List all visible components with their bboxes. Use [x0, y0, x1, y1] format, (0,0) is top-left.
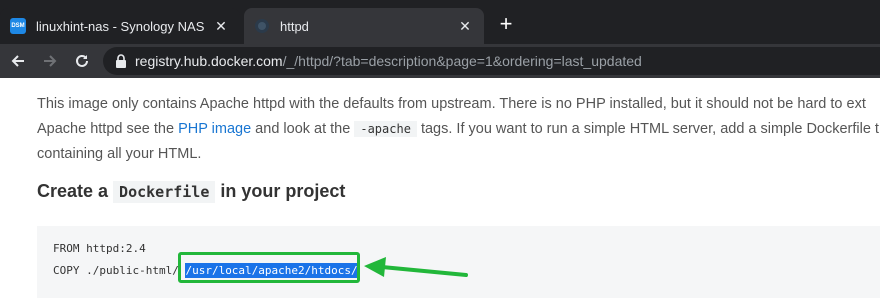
arrow-left-icon — [11, 55, 24, 67]
synology-dsm-icon: DSM — [10, 18, 26, 34]
browser-tab-strip: DSM linuxhint-nas - Synology NAS ✕ httpd… — [0, 0, 880, 44]
dockerfile-code: Dockerfile — [113, 181, 216, 203]
url-host: registry.hub.docker.com — [135, 53, 283, 69]
arrow-right-icon — [44, 55, 57, 67]
heading-text: Create a — [37, 181, 114, 201]
annotation-arrow-icon — [364, 257, 468, 277]
back-button[interactable] — [6, 49, 30, 73]
para-line-2: Apache httpd see the PHP image and look … — [37, 117, 880, 142]
description-paragraph: This image only contains Apache httpd wi… — [37, 92, 880, 167]
code-text: COPY ./public-html/ — [53, 264, 186, 277]
tab-httpd[interactable]: httpd ✕ — [244, 8, 484, 44]
browser-toolbar: registry.hub.docker.com/_/httpd/?tab=des… — [0, 44, 880, 78]
reload-icon — [76, 54, 88, 67]
code-line-1: FROM httpd:2.4 — [53, 242, 146, 255]
url-path: /_/httpd/?tab=description&page=1&orderin… — [282, 53, 642, 69]
address-bar[interactable]: registry.hub.docker.com/_/httpd/?tab=des… — [103, 47, 880, 75]
tab-title: linuxhint-nas - Synology NAS — [36, 18, 205, 34]
heading-text: in your project — [215, 181, 346, 201]
tab-synology[interactable]: DSM linuxhint-nas - Synology NAS ✕ — [0, 8, 240, 44]
close-icon[interactable]: ✕ — [456, 17, 474, 35]
highlight-box — [178, 252, 360, 283]
apache-tag-code: -apache — [354, 121, 417, 137]
close-icon[interactable]: ✕ — [212, 17, 230, 35]
para-text: Apache httpd see the — [37, 121, 179, 137]
forward-button[interactable] — [38, 49, 62, 73]
para-line-1: This image only contains Apache httpd wi… — [37, 96, 866, 112]
para-text: tags. If you want to run a simple HTML s… — [416, 121, 879, 137]
para-line-3: containing all your HTML. — [37, 146, 202, 162]
php-image-link[interactable]: PHP image — [178, 121, 251, 137]
new-tab-button[interactable]: + — [494, 11, 518, 36]
docker-icon — [254, 18, 270, 34]
section-heading: Create a Dockerfile in your project — [37, 181, 346, 203]
para-text: and look at the — [251, 121, 355, 137]
tab-title: httpd — [280, 18, 309, 34]
lock-icon — [116, 54, 126, 68]
reload-button[interactable] — [70, 49, 94, 73]
